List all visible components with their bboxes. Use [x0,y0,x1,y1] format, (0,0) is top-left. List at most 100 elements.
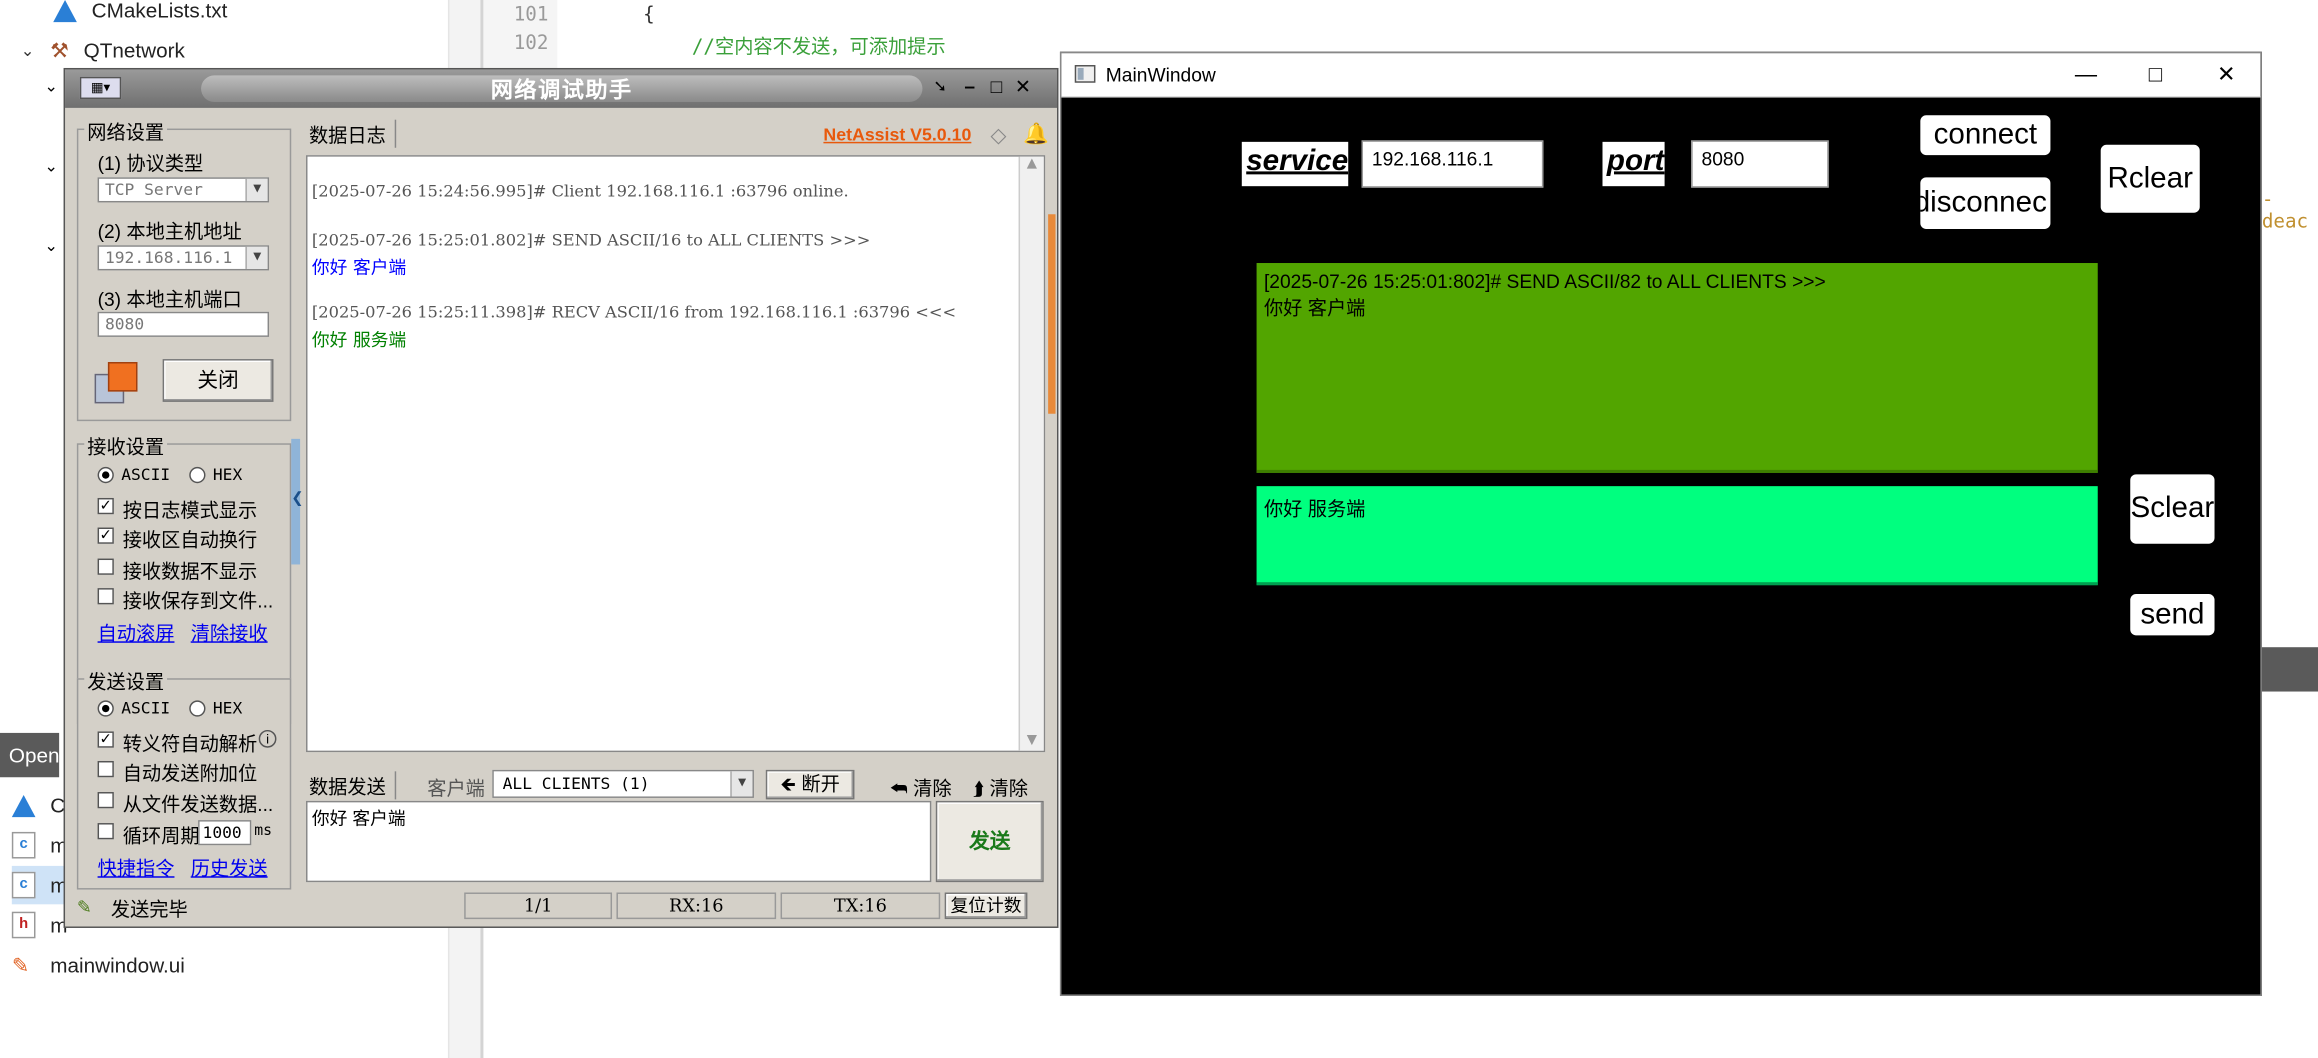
receive-option-checkbox[interactable]: ✓ [97,527,114,544]
cycle-input[interactable]: 1000 [198,820,252,846]
connect-button[interactable]: connect [1920,115,2051,156]
maximize-button[interactable]: □ [986,76,1007,98]
receive-hex-radio[interactable] [189,466,206,484]
service-ip-input[interactable]: 192.168.116.1 [1361,140,1544,188]
send-option-checkbox[interactable]: ✓ [97,731,114,748]
sclear-button[interactable]: Sclear [2130,474,2215,544]
send-hex-radio[interactable] [189,700,206,717]
auto-scroll-link[interactable]: 自动滚屏 [98,618,175,646]
send-option-label: 从文件发送数据... [122,793,274,816]
port-input[interactable]: 8080 [97,311,270,337]
bell-icon[interactable]: 🔔 [1023,121,1049,146]
disconnect-label: 断开 [801,772,840,795]
line-number-gutter: 101 102 [483,0,558,74]
diamond-icon[interactable]: ◇ [990,123,1006,148]
cmake-icon [11,794,36,817]
code-comment: //空内容不发送，可添加提示 [691,36,946,60]
log-scrollbar[interactable]: ▲ ▼ [1018,156,1044,751]
tab-data-send[interactable]: 数据发送 [309,771,397,800]
clear-arrow-icon: ⮪ [889,777,908,800]
disconnect-button[interactable]: disconnec [1920,177,2051,230]
protocol-label: (1) 协议类型 [97,152,204,175]
host-value: 192.168.116.1 [104,248,233,268]
send-option-checkbox[interactable] [97,792,114,809]
receive-hex-label: HEX [212,465,243,485]
status-tx: TX:16 [780,892,941,920]
close-button[interactable]: ✕ [2212,61,2242,91]
main-window-titlebar[interactable]: MainWindow — □ ✕ [1061,53,2261,98]
protocol-select[interactable]: TCP Server ▼ [97,177,270,203]
chevron-down-icon[interactable]: ▼ [245,178,268,201]
orange-splitter [1048,214,1056,414]
log-line: [2025-07-26 15:25:11.398]# RECV ASCII/16… [311,302,957,323]
netassist-titlebar[interactable]: ▦▾ 网络调试助手 ➘ – □ ✕ [65,69,1057,108]
chevron-down-icon[interactable]: ⌄ [21,41,42,60]
receive-option-checkbox[interactable] [97,588,114,605]
chevron-down-icon[interactable]: ▼ [730,771,753,797]
receive-option-checkbox[interactable]: ✓ [97,497,114,515]
receive-ascii-radio[interactable] [97,466,114,484]
cycle-unit: ms [254,823,273,840]
scroll-up-icon[interactable]: ▲ [1020,157,1044,172]
chevron-down-icon[interactable]: ⌄ [44,77,58,96]
send-hex-label: HEX [212,698,243,719]
clear-count-button[interactable]: ⮭ 清除 [973,773,1028,801]
cycle-checkbox[interactable] [97,823,114,840]
status-text: 发送完毕 [110,898,188,921]
chevron-down-icon[interactable]: ▼ [245,246,268,269]
port-input[interactable]: 8080 [1691,140,1829,188]
close-button[interactable]: ✕ [1013,76,1034,98]
client-label: 客户端 [427,777,485,800]
maximize-button[interactable]: □ [2141,61,2171,91]
collapse-arrow-icon[interactable]: ❮ [291,491,303,507]
open-documents-header[interactable]: Open [0,732,60,778]
line-number: 102 [513,32,549,55]
receive-settings-title: 接收设置 [84,431,168,460]
brand-link[interactable]: NetAssist V5.0.10 [823,124,971,145]
open-file-item[interactable]: ✎ mainwindow.ui [12,946,185,984]
client-select[interactable]: ALL CLIENTS (1) ▼ [492,769,754,798]
receive-ascii-label: ASCII [121,465,171,485]
scroll-down-icon[interactable]: ▼ [1020,733,1044,748]
send-option-checkbox[interactable] [97,760,114,778]
cpp-file-icon: c [11,831,36,859]
send-option-label: 转义符自动解析 [122,732,258,756]
clear-send-button[interactable]: ⮪ 清除 [890,773,952,801]
receive-option-checkbox[interactable] [97,558,114,575]
pin-icon[interactable]: ➘ [930,77,951,98]
close-connection-button[interactable]: 关闭 [162,359,274,402]
shortcut-link[interactable]: 快捷指令 [98,853,175,881]
protocol-value: TCP Server [104,180,203,200]
reset-count-button[interactable]: 复位计数 [944,892,1028,920]
info-icon[interactable]: i [258,729,277,748]
minimize-button[interactable]: – [959,76,980,98]
clear-receive-link[interactable]: 清除接收 [191,618,268,646]
main-window-title: MainWindow [1105,63,1216,86]
hammer-icon: ⚒ [50,37,69,62]
send-ascii-radio[interactable] [97,700,114,717]
send-text-area[interactable]: 你好 服务端 [1256,486,2098,586]
cycle-label: 循环周期 [122,824,200,847]
tree-item-qtnetwork[interactable]: ⌄ ⚒ QTnetwork [21,31,185,69]
log-view[interactable]: [2025-07-26 15:24:56.995]# Client 192.16… [306,155,1046,753]
clear-label: 清除 [913,777,952,800]
send-input[interactable]: 你好 客户端 [306,800,932,883]
chevron-down-icon[interactable]: ⌄ [44,236,58,256]
send-button[interactable]: send [2130,594,2215,636]
tab-data-log[interactable]: 数据日志 [309,119,397,148]
tree-item-cmakelists[interactable]: CMakeLists.txt [53,0,227,30]
client-select-value: ALL CLIENTS (1) [502,774,650,794]
send-button[interactable]: 发送 [935,800,1044,883]
service-label: service [1241,141,1349,187]
minimize-button[interactable]: — [2071,61,2101,91]
disconnect-button[interactable]: 🡸 断开 [765,769,855,800]
log-line-sent: 你好 客户端 [311,257,407,278]
receive-text-area[interactable]: [2025-07-26 15:25:01:802]# SEND ASCII/82… [1256,263,2098,473]
history-link[interactable]: 历史发送 [191,853,268,881]
clear-up-icon: ⮭ [972,777,985,800]
chevron-down-icon[interactable]: ⌄ [44,157,58,176]
host-select[interactable]: 192.168.116.1 ▼ [97,245,270,271]
rclear-button[interactable]: Rclear [2100,144,2200,213]
system-menu-icon[interactable]: ▦▾ [79,76,122,100]
cmake-icon [53,0,77,22]
